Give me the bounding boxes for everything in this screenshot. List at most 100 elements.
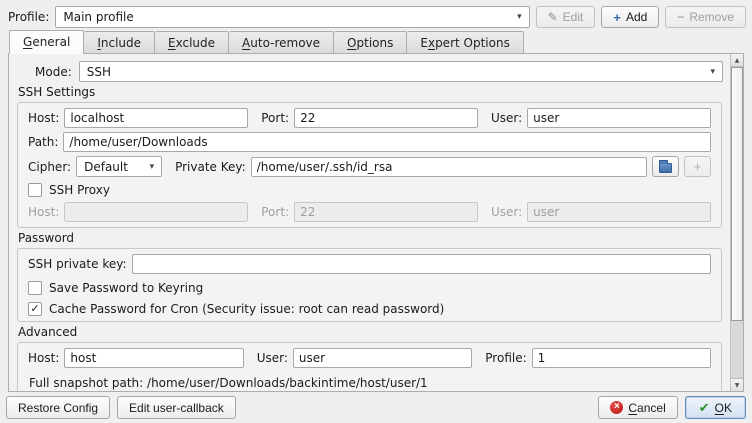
host-input[interactable] bbox=[64, 108, 248, 128]
tab-auto-remove[interactable]: Auto-remove bbox=[229, 31, 334, 54]
profile-label: Profile: bbox=[8, 10, 49, 24]
proxy-user-label: User: bbox=[491, 205, 522, 219]
save-password-keyring-checkbox[interactable]: ✓ bbox=[28, 281, 42, 295]
proxy-host-row: Host: Port: User: bbox=[28, 202, 711, 222]
general-tab-panel: Mode: SSH ▾ SSH Settings Host: Port: Use… bbox=[8, 53, 744, 392]
edit-button-label: Edit bbox=[563, 10, 584, 24]
remove-profile-button[interactable]: − Remove bbox=[665, 6, 746, 28]
proxy-port-input bbox=[294, 202, 478, 222]
minus-icon: − bbox=[677, 10, 684, 24]
chevron-down-icon: ▾ bbox=[702, 67, 715, 77]
private-key-add-button[interactable]: + bbox=[684, 156, 711, 177]
private-key-browse-button[interactable] bbox=[652, 156, 679, 177]
save-keyring-row: ✓ Save Password to Keyring bbox=[28, 281, 711, 295]
proxy-user-input bbox=[527, 202, 711, 222]
advanced-host-label: Host: bbox=[28, 351, 59, 365]
private-key-input[interactable] bbox=[251, 157, 647, 177]
ok-label: OK bbox=[715, 401, 732, 415]
scroll-up-icon: ▲ bbox=[735, 57, 740, 64]
advanced-title: Advanced bbox=[18, 325, 722, 339]
edit-icon: ✎ bbox=[548, 10, 558, 24]
tab-include[interactable]: Include bbox=[84, 31, 155, 54]
ssh-proxy-label: SSH Proxy bbox=[49, 183, 110, 197]
save-password-keyring-label: Save Password to Keyring bbox=[49, 281, 203, 295]
advanced-user-label: User: bbox=[257, 351, 288, 365]
proxy-port-label: Port: bbox=[261, 205, 289, 219]
advanced-host-row: Host: User: Profile: bbox=[28, 348, 711, 368]
advanced-host-input[interactable] bbox=[64, 348, 243, 368]
restore-config-button[interactable]: Restore Config bbox=[6, 396, 110, 419]
cache-cron-row: ✓ Cache Password for Cron (Security issu… bbox=[28, 302, 711, 316]
user-input[interactable] bbox=[527, 108, 711, 128]
scroll-up-button[interactable]: ▲ bbox=[731, 54, 743, 67]
ok-check-icon: ✔ bbox=[699, 401, 710, 414]
mode-label: Mode: bbox=[35, 65, 72, 79]
folder-icon bbox=[659, 163, 672, 173]
plus-icon: + bbox=[694, 159, 702, 174]
host-label: Host: bbox=[28, 111, 59, 125]
cipher-label: Cipher: bbox=[28, 160, 71, 174]
advanced-group: Advanced Host: User: Profile: Full snaps… bbox=[17, 325, 722, 391]
port-label: Port: bbox=[261, 111, 289, 125]
ssh-path-row: Path: bbox=[28, 132, 711, 152]
ssh-cipher-row: Cipher: Default ▾ Private Key: + bbox=[28, 156, 711, 177]
ssh-host-row: Host: Port: User: bbox=[28, 108, 711, 128]
edit-profile-button[interactable]: ✎ Edit bbox=[536, 6, 596, 28]
cancel-label: Cancel bbox=[628, 401, 665, 415]
cancel-icon: × bbox=[610, 401, 623, 414]
path-label: Path: bbox=[28, 135, 58, 149]
advanced-user-input[interactable] bbox=[293, 348, 472, 368]
ok-button[interactable]: ✔ OK bbox=[685, 396, 746, 419]
cache-password-cron-checkbox[interactable]: ✓ bbox=[28, 302, 42, 316]
edit-user-callback-label: Edit user-callback bbox=[129, 401, 224, 415]
profile-select[interactable]: Main profile ▾ bbox=[55, 6, 529, 28]
add-profile-button[interactable]: + Add bbox=[601, 6, 659, 28]
tab-expert-options[interactable]: Expert Options bbox=[407, 31, 523, 54]
vertical-scrollbar[interactable]: ▲ ▼ bbox=[730, 54, 743, 391]
profile-selected-value: Main profile bbox=[63, 10, 133, 24]
tab-exclude[interactable]: Exclude bbox=[155, 31, 229, 54]
proxy-host-label: Host: bbox=[28, 205, 59, 219]
ssh-proxy-checkbox[interactable]: ✓ bbox=[28, 183, 42, 197]
path-input[interactable] bbox=[63, 132, 711, 152]
password-group: Password SSH private key: ✓ Save Passwor… bbox=[17, 231, 722, 322]
advanced-profile-label: Profile: bbox=[485, 351, 526, 365]
proxy-host-input bbox=[64, 202, 248, 222]
mode-row: Mode: SSH ▾ bbox=[35, 61, 723, 82]
ssh-private-key-label: SSH private key: bbox=[28, 257, 127, 271]
scroll-down-button[interactable]: ▼ bbox=[731, 378, 743, 391]
profile-bar: Profile: Main profile ▾ ✎ Edit + Add − R… bbox=[8, 6, 746, 28]
tab-bar: General Include Exclude Auto-remove Opti… bbox=[9, 30, 524, 54]
general-tab-content: Mode: SSH ▾ SSH Settings Host: Port: Use… bbox=[9, 54, 730, 391]
scrollbar-track[interactable] bbox=[731, 67, 743, 378]
dialog-footer: Restore Config Edit user-callback × Canc… bbox=[0, 392, 752, 423]
ssh-settings-group: SSH Settings Host: Port: User: Path: bbox=[17, 85, 722, 228]
tab-general[interactable]: General bbox=[9, 30, 84, 54]
check-icon: ✓ bbox=[30, 302, 39, 315]
plus-icon: + bbox=[613, 10, 621, 25]
chevron-down-icon: ▾ bbox=[142, 162, 155, 172]
ssh-private-key-password-input[interactable] bbox=[132, 254, 712, 274]
mode-select[interactable]: SSH ▾ bbox=[79, 61, 723, 82]
advanced-profile-input[interactable] bbox=[532, 348, 711, 368]
cache-password-cron-label: Cache Password for Cron (Security issue:… bbox=[49, 302, 444, 316]
port-input[interactable] bbox=[294, 108, 478, 128]
cipher-select[interactable]: Default ▾ bbox=[76, 156, 162, 177]
tab-options[interactable]: Options bbox=[334, 31, 407, 54]
restore-config-label: Restore Config bbox=[18, 401, 98, 415]
full-snapshot-path: Full snapshot path: /home/user/Downloads… bbox=[29, 376, 711, 390]
chevron-down-icon: ▾ bbox=[509, 12, 522, 22]
scroll-down-icon: ▼ bbox=[735, 382, 740, 389]
scrollbar-thumb[interactable] bbox=[731, 67, 743, 321]
edit-user-callback-button[interactable]: Edit user-callback bbox=[117, 396, 236, 419]
remove-button-label: Remove bbox=[689, 10, 734, 24]
ssh-proxy-row: ✓ SSH Proxy bbox=[28, 183, 711, 197]
mode-selected-value: SSH bbox=[87, 65, 111, 79]
add-button-label: Add bbox=[626, 10, 647, 24]
password-title: Password bbox=[18, 231, 722, 245]
private-key-label: Private Key: bbox=[175, 160, 246, 174]
cipher-selected-value: Default bbox=[84, 160, 128, 174]
ssh-private-key-row: SSH private key: bbox=[28, 254, 711, 274]
ssh-settings-title: SSH Settings bbox=[18, 85, 722, 99]
cancel-button[interactable]: × Cancel bbox=[598, 396, 677, 419]
